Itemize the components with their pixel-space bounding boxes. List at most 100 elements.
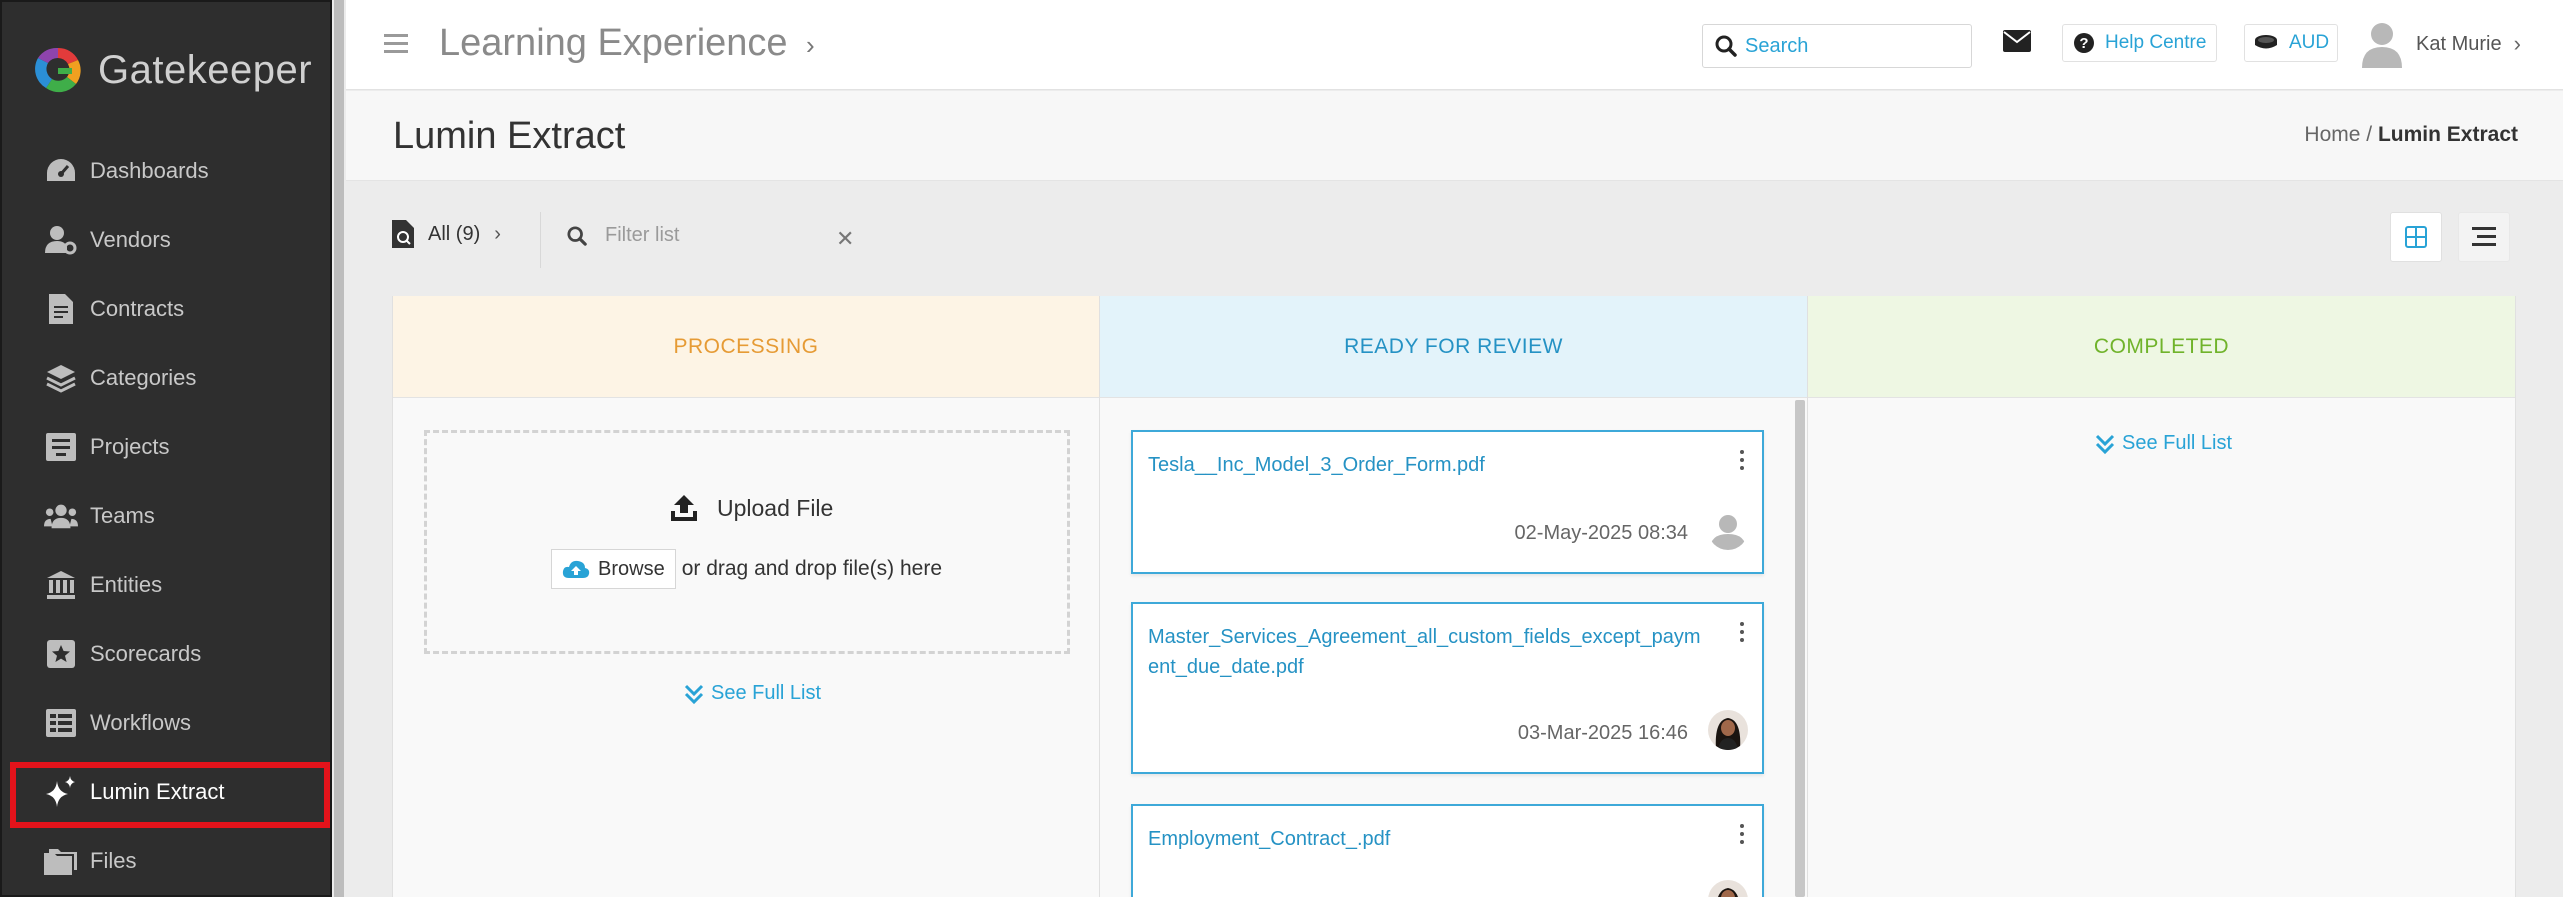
sidebar-scrollbar[interactable] xyxy=(334,0,344,897)
global-search[interactable] xyxy=(1702,24,1972,68)
topbar: Learning Experience › ? Help Centre AUD … xyxy=(346,0,2563,90)
cloud-upload-icon xyxy=(562,560,590,578)
see-full-list-link[interactable]: See Full List xyxy=(683,682,821,705)
layers-icon xyxy=(44,361,78,395)
more-options-icon[interactable] xyxy=(1740,824,1746,848)
sidebar: Gatekeeper Dashboards Vendors Contracts … xyxy=(0,0,332,897)
drop-text: or drag and drop file(s) here xyxy=(681,557,943,580)
avatar xyxy=(1708,880,1748,897)
browse-label: Browse xyxy=(598,557,665,580)
more-options-icon[interactable] xyxy=(1740,450,1746,474)
sidebar-item-vendors[interactable]: Vendors xyxy=(2,205,332,274)
chevron-right-icon: › xyxy=(2513,31,2521,56)
sidebar-item-categories[interactable]: Categories xyxy=(2,343,332,412)
processing-header: PROCESSING xyxy=(393,296,1099,398)
column-scrollbar[interactable] xyxy=(1795,400,1805,897)
see-full-list-label: See Full List xyxy=(711,682,822,704)
document-search-icon xyxy=(392,220,414,248)
sidebar-item-scorecards[interactable]: Scorecards xyxy=(2,619,332,688)
file-name-link[interactable]: Employment_Contract_.pdf xyxy=(1148,824,1708,854)
ready-for-review-header: READY FOR REVIEW xyxy=(1100,296,1807,398)
upload-file[interactable]: Upload File xyxy=(669,493,833,523)
brand[interactable]: Gatekeeper xyxy=(32,42,312,98)
chevron-right-icon: › xyxy=(494,222,501,245)
star-card-icon xyxy=(44,637,78,671)
sidebar-item-label: Contracts xyxy=(90,295,185,321)
search-icon xyxy=(567,225,587,246)
sidebar-item-dashboards[interactable]: Dashboards xyxy=(2,136,332,205)
file-card[interactable]: Employment_Contract_.pdf xyxy=(1131,804,1764,897)
sidebar-item-contracts[interactable]: Contracts xyxy=(2,274,332,343)
currency-selector[interactable]: AUD xyxy=(2244,24,2339,62)
page-title: Lumin Extract xyxy=(393,115,626,157)
page-header: Lumin Extract Home / Lumin Extract xyxy=(346,91,2563,181)
upload-icon xyxy=(671,495,697,521)
gatekeeper-logo-icon xyxy=(35,47,81,93)
filter-input[interactable] xyxy=(605,224,825,247)
completed-column: COMPLETED See Full List xyxy=(1808,296,2516,897)
user-menu[interactable]: Kat Murie › xyxy=(2362,20,2521,68)
sidebar-item-label: Vendors xyxy=(90,226,171,252)
currency-label: AUD xyxy=(2289,32,2330,53)
kanban-board: PROCESSING Upload File Browse or drag an… xyxy=(392,296,2518,897)
upload-file-label: Upload File xyxy=(717,494,834,521)
sidebar-item-label: Scorecards xyxy=(90,640,202,666)
clear-filter-icon[interactable]: ✕ xyxy=(836,226,854,252)
sidebar-item-files[interactable]: Files xyxy=(2,826,332,895)
dashboard-gauge-icon xyxy=(44,154,78,188)
file-name-link[interactable]: Tesla__Inc_Model_3_Order_Form.pdf xyxy=(1148,450,1708,480)
file-card[interactable]: Master_Services_Agreement_all_custom_fie… xyxy=(1131,602,1764,774)
grid-icon xyxy=(2405,226,2427,248)
contract-document-icon xyxy=(44,292,78,326)
vendor-user-icon xyxy=(44,223,78,257)
sidebar-item-label: Files xyxy=(90,847,137,873)
breadcrumb-home[interactable]: Home xyxy=(2304,123,2360,146)
see-full-list-link[interactable]: See Full List xyxy=(2094,432,2232,455)
grid-view-button[interactable] xyxy=(2390,212,2442,262)
team-users-icon xyxy=(44,499,78,533)
help-centre-button[interactable]: ? Help Centre xyxy=(2062,24,2218,62)
mail-icon[interactable] xyxy=(2003,30,2031,57)
sidebar-item-label: Workflows xyxy=(90,709,192,735)
all-files-dropdown[interactable]: All (9) › xyxy=(392,220,501,248)
more-options-icon[interactable] xyxy=(1740,622,1746,646)
folders-icon xyxy=(44,844,78,878)
filter-list[interactable] xyxy=(567,224,825,247)
file-card[interactable]: Tesla__Inc_Model_3_Order_Form.pdf 02-May… xyxy=(1131,430,1764,574)
breadcrumb-current: Lumin Extract xyxy=(2377,123,2518,146)
file-name-link[interactable]: Master_Services_Agreement_all_custom_fie… xyxy=(1148,622,1708,682)
sidebar-item-label: Projects xyxy=(90,433,170,459)
sidebar-item-lumin-extract[interactable]: Lumin Extract xyxy=(2,757,332,828)
sidebar-item-entities[interactable]: Entities xyxy=(2,550,332,619)
double-chevron-down-icon xyxy=(684,684,704,704)
help-centre-label: Help Centre xyxy=(2105,32,2207,53)
divider xyxy=(540,212,541,268)
browse-button[interactable]: Browse xyxy=(551,549,676,589)
breadcrumb-separator: / xyxy=(2366,123,2373,146)
avatar xyxy=(2362,23,2402,68)
sidebar-item-workflows[interactable]: Workflows xyxy=(2,688,332,757)
breadcrumb: Home / Lumin Extract xyxy=(2304,123,2518,147)
coins-icon xyxy=(2255,35,2277,49)
menu-toggle-icon[interactable] xyxy=(384,34,408,54)
avatar xyxy=(1708,510,1748,550)
file-date: 02-May-2025 08:34 xyxy=(1514,522,1688,544)
projects-box-icon xyxy=(44,430,78,464)
list-icon xyxy=(2472,227,2496,246)
double-chevron-down-icon xyxy=(2095,434,2115,454)
list-view-button[interactable] xyxy=(2458,212,2510,262)
sidebar-item-projects[interactable]: Projects xyxy=(2,412,332,481)
sidebar-item-label: Dashboards xyxy=(90,157,209,183)
sidebar-item-label: Categories xyxy=(90,364,197,390)
workflow-grid-icon xyxy=(44,706,78,740)
chevron-right-icon[interactable]: › xyxy=(806,30,815,61)
app-title[interactable]: Learning Experience xyxy=(439,22,788,65)
sidebar-item-teams[interactable]: Teams xyxy=(2,481,332,550)
see-full-list-label: See Full List xyxy=(2122,432,2233,454)
processing-column: PROCESSING Upload File Browse or drag an… xyxy=(392,296,1100,897)
search-input[interactable] xyxy=(1745,34,1945,58)
upload-dropzone[interactable]: Upload File Browse or drag and drop file… xyxy=(424,430,1070,654)
sidebar-nav: Dashboards Vendors Contracts Categories … xyxy=(2,136,332,895)
completed-header: COMPLETED xyxy=(1808,296,2515,398)
brand-name: Gatekeeper xyxy=(98,47,313,92)
